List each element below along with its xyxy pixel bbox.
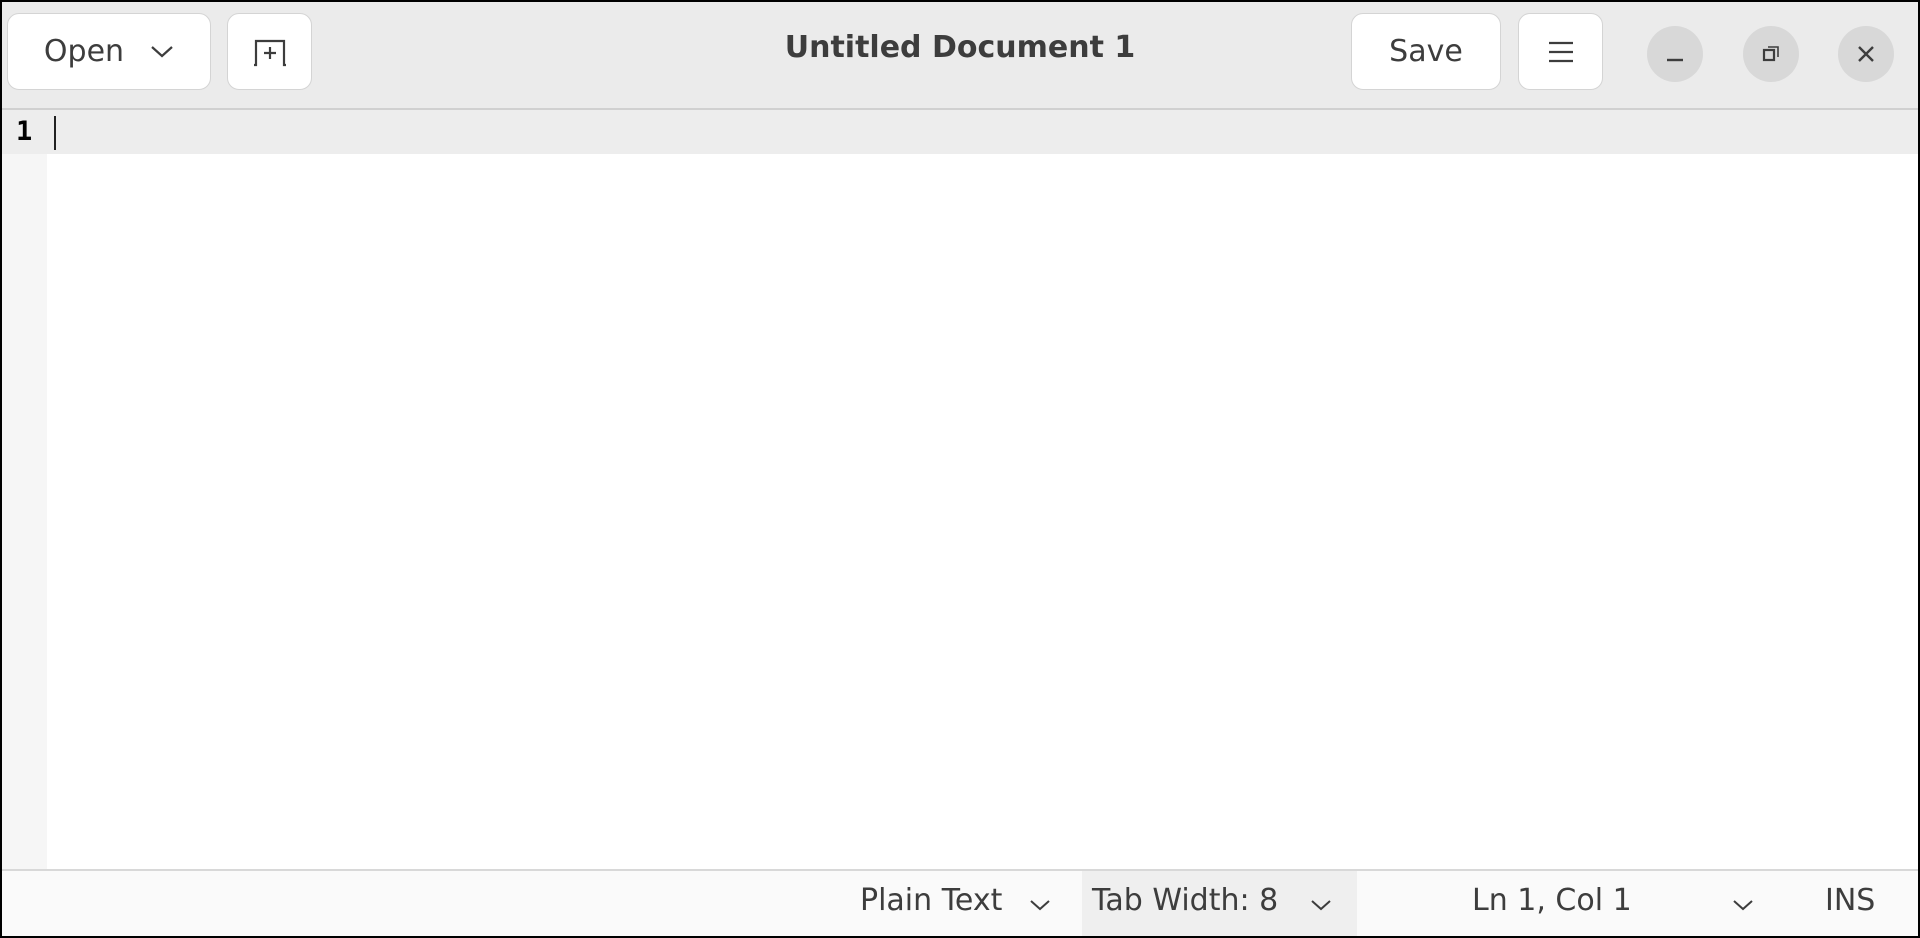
chevron-down-icon	[1030, 900, 1050, 911]
close-button[interactable]	[1838, 26, 1894, 82]
insert-mode-indicator[interactable]: INS	[1825, 883, 1875, 918]
line-number: 1	[16, 116, 33, 147]
minimize-button[interactable]	[1647, 26, 1703, 82]
tab-width-selector[interactable]: Tab Width: 8	[1082, 871, 1357, 936]
editor-window: Open Untitled Document 1 Save 1 Plain Te…	[2, 2, 1918, 936]
language-label: Plain Text	[860, 883, 1003, 918]
text-cursor	[54, 116, 56, 150]
hamburger-menu-icon	[1548, 41, 1573, 62]
status-bar: Plain Text Tab Width: 8 Ln 1, Col 1 INS	[2, 869, 1918, 936]
cursor-position-label: Ln 1, Col 1	[1472, 883, 1632, 918]
save-label: Save	[1389, 34, 1463, 69]
chevron-down-icon	[1311, 900, 1331, 911]
close-icon	[1858, 46, 1874, 62]
tab-width-label: Tab Width: 8	[1092, 883, 1279, 918]
save-button[interactable]: Save	[1351, 13, 1501, 90]
line-number-gutter	[2, 110, 47, 871]
text-area[interactable]	[49, 110, 1918, 871]
restore-icon	[1762, 46, 1779, 62]
minimize-icon	[1667, 58, 1683, 62]
header-bar: Open Untitled Document 1 Save	[2, 2, 1918, 110]
cursor-position-selector[interactable]: Ln 1, Col 1	[1462, 871, 1772, 936]
window-title: Untitled Document 1	[784, 30, 1136, 65]
main-menu-button[interactable]	[1518, 13, 1603, 90]
chevron-down-icon	[1733, 900, 1753, 911]
language-selector[interactable]: Plain Text	[857, 871, 1067, 936]
restore-button[interactable]	[1743, 26, 1799, 82]
